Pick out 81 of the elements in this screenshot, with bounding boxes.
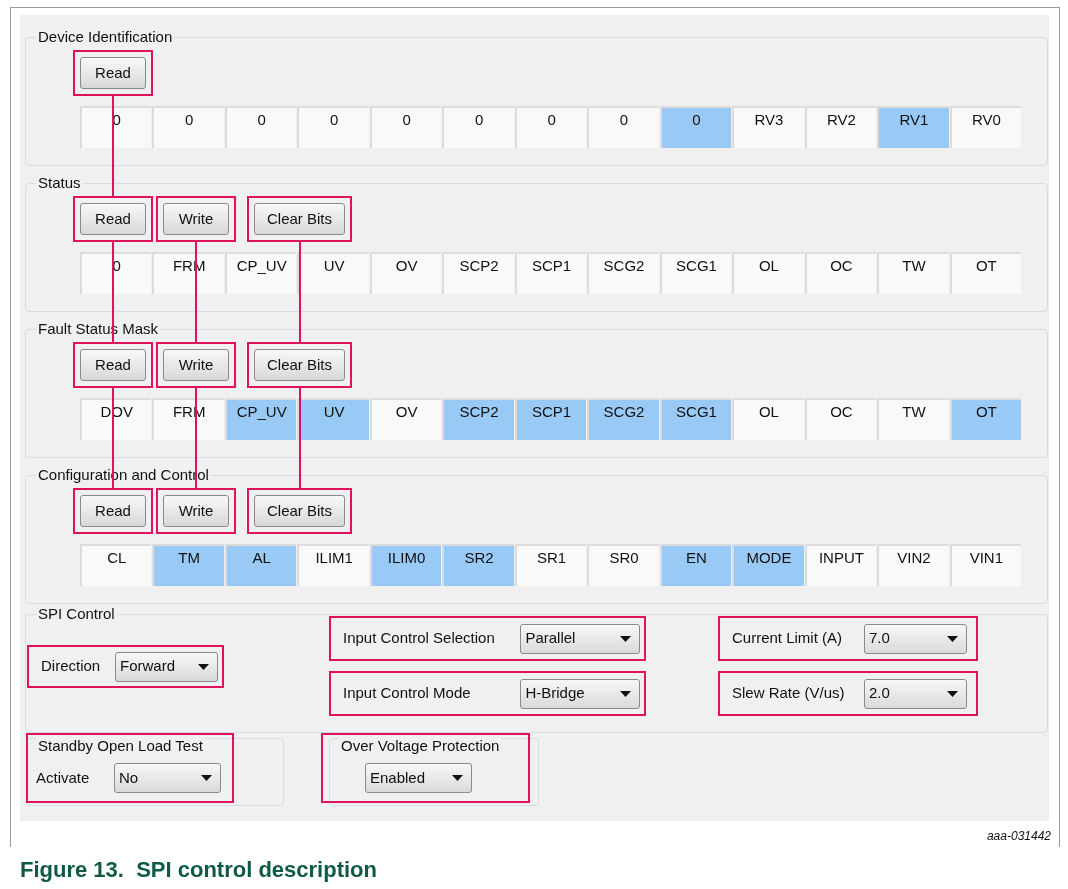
dropdown[interactable]: H-Bridge: [520, 678, 640, 709]
figure-caption: Figure 13. SPI control description: [20, 857, 378, 883]
bit-cell: RV2: [804, 106, 877, 148]
action-button[interactable]: Read: [80, 203, 146, 235]
bit-cell: OL: [732, 252, 804, 294]
group-title: Standby Open Load Test: [36, 737, 205, 755]
bit-cell: SCP2: [442, 252, 514, 294]
field-label: Current Limit (A): [732, 628, 844, 649]
bit-cell: SR2: [442, 544, 514, 586]
bit-cell: SCG2: [587, 252, 659, 294]
bit-cell: OT: [949, 252, 1022, 294]
dropdown[interactable]: No: [114, 763, 221, 793]
dropdown[interactable]: Enabled: [365, 763, 472, 793]
bit-cell: 0: [369, 106, 442, 148]
bit-cell: SR0: [587, 544, 659, 586]
bit-cell: OC: [804, 398, 877, 440]
dropdown[interactable]: Forward: [115, 651, 218, 682]
bit-cell: OT: [949, 398, 1022, 440]
bit-cell: TW: [877, 398, 949, 440]
bit-cell: MODE: [732, 544, 804, 586]
bit-cell: TM: [152, 544, 224, 586]
bit-cell: OC: [804, 252, 877, 294]
bit-cell: TW: [877, 252, 949, 294]
bit-cell: RV1: [877, 106, 949, 148]
bit-cell: CP_UV: [224, 398, 297, 440]
bit-cell: SR1: [514, 544, 587, 586]
action-button[interactable]: Read: [80, 495, 146, 527]
bit-cell: 0: [659, 106, 732, 148]
bit-cell: RV0: [949, 106, 1022, 148]
caret-icon: [947, 635, 958, 642]
action-button[interactable]: Clear Bits: [254, 349, 346, 381]
caret-icon: [201, 775, 212, 781]
bit-cell: SCG1: [659, 252, 732, 294]
action-button[interactable]: Read: [80, 57, 146, 89]
bit-cell: VIN2: [877, 544, 949, 586]
bit-cell: OV: [369, 398, 442, 440]
bit-cell: RV3: [732, 106, 804, 148]
action-button[interactable]: Clear Bits: [254, 203, 346, 235]
bit-cell: SCG2: [587, 398, 659, 440]
bit-cell: AL: [224, 544, 297, 586]
bit-cell: INPUT: [804, 544, 877, 586]
field-label: Direction: [41, 656, 102, 677]
bit-cell: 0: [152, 106, 224, 148]
bit-cell: SCP1: [514, 252, 587, 294]
dropdown[interactable]: 2.0: [864, 678, 967, 709]
bit-cell: 0: [514, 106, 587, 148]
dropdown[interactable]: 7.0: [864, 623, 967, 654]
action-button[interactable]: Write: [163, 203, 229, 235]
action-button[interactable]: Write: [163, 495, 229, 527]
field-label: Slew Rate (V/us): [732, 683, 846, 704]
bit-cell: CL: [80, 544, 152, 586]
bit-cell: EN: [659, 544, 732, 586]
figure-id: aaa-031442: [986, 828, 1051, 845]
caret-icon: [620, 690, 631, 697]
caret-icon: [452, 775, 463, 781]
bit-cell: 0: [587, 106, 659, 148]
group-title: Over Voltage Protection: [339, 737, 502, 755]
action-button[interactable]: Write: [163, 349, 229, 381]
bit-cell: SCG1: [659, 398, 732, 440]
bit-cell: 0: [224, 106, 297, 148]
bit-cell: OL: [732, 398, 804, 440]
bit-cell: ILIM1: [297, 544, 369, 586]
bit-cell: OV: [369, 252, 442, 294]
bit-cell: ILIM0: [369, 544, 442, 586]
bit-cell: 0: [297, 106, 369, 148]
bit-cell: SCP2: [442, 398, 514, 440]
bit-cell: UV: [297, 252, 369, 294]
dropdown[interactable]: Parallel: [520, 623, 640, 654]
field-label: Input Control Mode: [343, 683, 472, 704]
bit-cell: VIN1: [949, 544, 1022, 586]
bit-cell: 0: [442, 106, 514, 148]
caret-icon: [620, 635, 631, 642]
bit-cell: SCP1: [514, 398, 587, 440]
field-label: Activate: [36, 767, 91, 788]
action-button[interactable]: Clear Bits: [254, 495, 346, 527]
field-label: Input Control Selection: [343, 628, 496, 649]
caret-icon: [947, 690, 958, 697]
bit-cell: CP_UV: [224, 252, 297, 294]
action-button[interactable]: Read: [80, 349, 146, 381]
caret-icon: [198, 663, 209, 670]
bit-cell: UV: [297, 398, 369, 440]
